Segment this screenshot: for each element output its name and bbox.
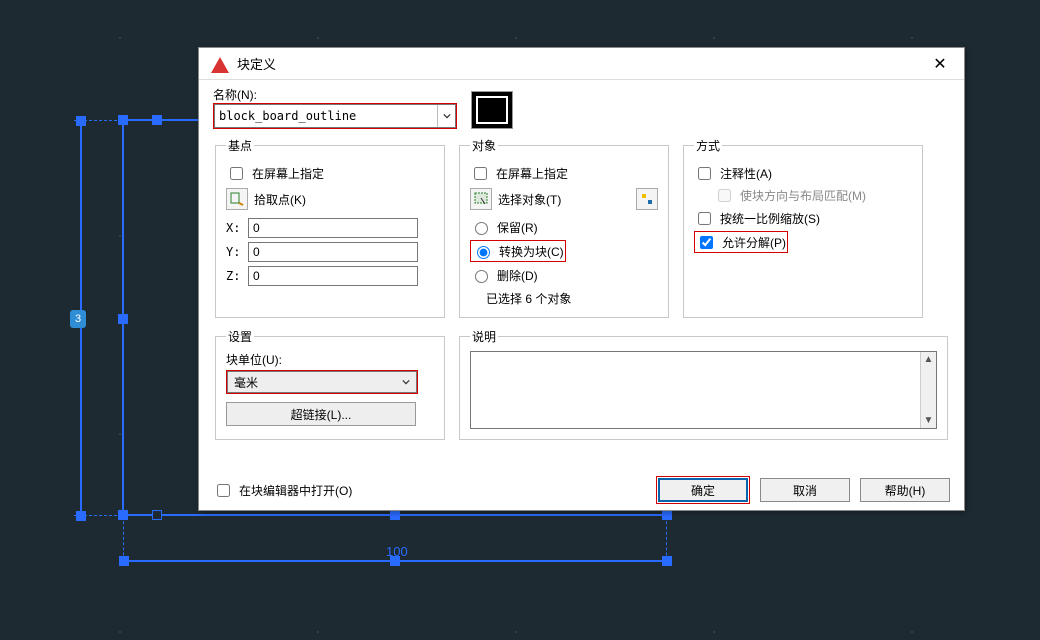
x-input[interactable] xyxy=(248,218,418,238)
x-input-row[interactable]: X: xyxy=(226,218,434,238)
dialog-title: 块定义 xyxy=(237,54,276,73)
z-label: Z: xyxy=(226,269,242,283)
label: 删除(D) xyxy=(497,267,538,284)
x-label: X: xyxy=(226,221,242,235)
quick-select-button[interactable] xyxy=(636,188,658,210)
grip[interactable] xyxy=(76,116,86,126)
label: 确定 xyxy=(691,482,715,499)
match-orientation-check: 使块方向与布局匹配(M) xyxy=(714,186,912,205)
uniform-scale-check[interactable]: 按统一比例缩放(S) xyxy=(694,209,912,227)
annotative-check[interactable]: 注释性(A) xyxy=(694,164,912,182)
close-button[interactable]: ✕ xyxy=(920,48,960,79)
label: 在屏幕上指定 xyxy=(252,165,324,182)
name-label: 名称(N): xyxy=(213,86,457,103)
delete-radio[interactable]: 删除(D) xyxy=(470,266,658,284)
scrollbar[interactable]: ▲▼ xyxy=(920,352,936,428)
grip[interactable] xyxy=(152,510,162,520)
scroll-up-icon[interactable]: ▲ xyxy=(924,354,934,365)
mode-legend: 方式 xyxy=(694,137,722,154)
checkbox[interactable] xyxy=(700,236,713,249)
scroll-down-icon[interactable]: ▼ xyxy=(924,415,934,426)
checkbox[interactable] xyxy=(230,167,243,180)
description-input[interactable] xyxy=(471,352,920,428)
settings-legend: 设置 xyxy=(226,328,254,345)
select-objects-label: 选择对象(T) xyxy=(498,191,561,208)
grip[interactable] xyxy=(390,510,400,520)
dimension-badge: 3 xyxy=(70,310,86,328)
hyperlink-button[interactable]: 超链接(L)... xyxy=(226,402,416,426)
label: 使块方向与布局匹配(M) xyxy=(740,187,866,204)
label: 在屏幕上指定 xyxy=(496,165,568,182)
block-definition-dialog: 块定义 ✕ 名称(N): 基点 xyxy=(198,47,965,511)
label: 取消 xyxy=(793,482,817,499)
grip[interactable] xyxy=(662,510,672,520)
y-input[interactable] xyxy=(248,242,418,262)
radio[interactable] xyxy=(477,246,490,259)
allow-explode-check[interactable]: 允许分解(P) xyxy=(696,233,786,251)
ok-button[interactable]: 确定 xyxy=(658,478,748,502)
select-objects-button[interactable] xyxy=(470,188,492,210)
grip[interactable] xyxy=(119,556,129,566)
label: 帮助(H) xyxy=(885,482,926,499)
units-value: 毫米 xyxy=(234,374,258,391)
pick-point-label: 拾取点(K) xyxy=(254,191,306,208)
label: 在块编辑器中打开(O) xyxy=(239,482,352,499)
label: 转换为块(C) xyxy=(499,243,564,260)
radio[interactable] xyxy=(475,270,488,283)
dimension-value: 100 xyxy=(386,544,408,559)
checkbox[interactable] xyxy=(698,212,711,225)
cancel-button[interactable]: 取消 xyxy=(760,478,850,502)
settings-group: 设置 块单位(U): 毫米 超链接(L)... xyxy=(215,328,445,440)
y-input-row[interactable]: Y: xyxy=(226,242,434,262)
obj-onscreen-check[interactable]: 在屏幕上指定 xyxy=(470,164,658,182)
radio[interactable] xyxy=(475,222,488,235)
description-group: 说明 ▲▼ xyxy=(459,328,948,440)
units-label: 块单位(U): xyxy=(226,351,434,368)
open-in-editor-check[interactable]: 在块编辑器中打开(O) xyxy=(213,481,352,499)
chevron-down-icon[interactable] xyxy=(437,105,455,127)
units-select[interactable]: 毫米 xyxy=(227,371,417,393)
autocad-logo-icon xyxy=(211,55,229,73)
label: 保留(R) xyxy=(497,219,538,236)
y-label: Y: xyxy=(226,245,242,259)
checkbox[interactable] xyxy=(217,484,230,497)
help-button[interactable]: 帮助(H) xyxy=(860,478,950,502)
grip[interactable] xyxy=(152,115,162,125)
name-combo[interactable] xyxy=(214,104,456,128)
basepoint-group: 基点 在屏幕上指定 拾取点(K) X: Y: xyxy=(215,137,445,318)
z-input-row[interactable]: Z: xyxy=(226,266,434,286)
z-input[interactable] xyxy=(248,266,418,286)
label: 允许分解(P) xyxy=(722,234,786,251)
objects-group: 对象 在屏幕上指定 选择对象(T) 保留(R xyxy=(459,137,669,318)
description-area[interactable]: ▲▼ xyxy=(470,351,937,429)
basepoint-legend: 基点 xyxy=(226,137,254,154)
name-input[interactable] xyxy=(215,105,437,127)
retain-radio[interactable]: 保留(R) xyxy=(470,218,658,236)
grip[interactable] xyxy=(76,511,86,521)
chevron-down-icon xyxy=(402,378,410,386)
grip[interactable] xyxy=(118,314,128,324)
objects-legend: 对象 xyxy=(470,137,498,154)
description-legend: 说明 xyxy=(470,328,498,345)
base-onscreen-check[interactable]: 在屏幕上指定 xyxy=(226,164,434,182)
selected-count: 已选择 6 个对象 xyxy=(486,290,658,307)
checkbox[interactable] xyxy=(698,167,711,180)
convert-radio[interactable]: 转换为块(C) xyxy=(472,242,564,260)
label: 注释性(A) xyxy=(720,165,772,182)
mode-group: 方式 注释性(A) 使块方向与布局匹配(M) 按统一比例缩放(S) 允许分解 xyxy=(683,137,923,318)
label: 按统一比例缩放(S) xyxy=(720,210,820,227)
grip[interactable] xyxy=(662,556,672,566)
checkbox xyxy=(718,189,731,202)
label: 超链接(L)... xyxy=(291,406,352,423)
titlebar[interactable]: 块定义 ✕ xyxy=(199,48,964,80)
checkbox[interactable] xyxy=(474,167,487,180)
pick-point-button[interactable] xyxy=(226,188,248,210)
block-preview xyxy=(471,91,513,129)
